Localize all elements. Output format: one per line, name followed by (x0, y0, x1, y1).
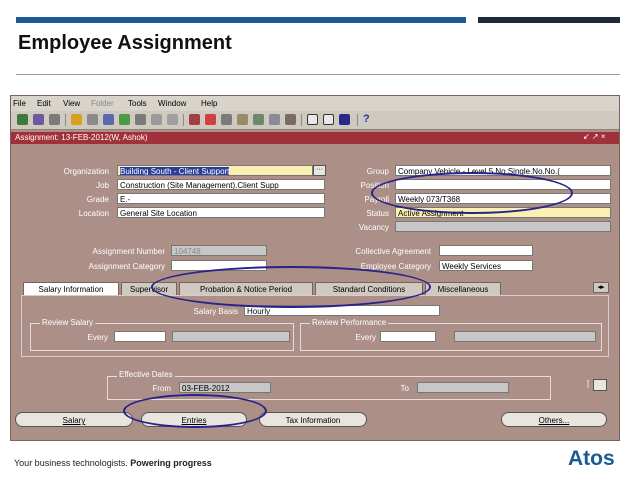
review-performance-every-field[interactable] (380, 331, 436, 342)
atos-logo: Atos (568, 447, 615, 470)
assignment-category-label: Assignment Category (88, 262, 165, 271)
close-form-icon[interactable] (119, 114, 130, 125)
tab-salary-information[interactable]: Salary Information (23, 282, 119, 295)
review-salary-label: Review Salary (40, 318, 96, 327)
job-label: Job (96, 181, 109, 190)
translations-icon[interactable] (253, 114, 264, 125)
salary-basis-label: Salary Basis (193, 307, 238, 316)
organization-field[interactable]: Building South - Client Support (117, 165, 313, 176)
folder-tools-icon[interactable] (285, 114, 296, 125)
menu-tools[interactable]: Tools (128, 99, 147, 108)
lov-button[interactable]: ··· (313, 165, 326, 176)
clear-record-icon[interactable] (189, 114, 200, 125)
delete-record-icon[interactable] (205, 114, 216, 125)
menu-edit[interactable]: Edit (37, 99, 51, 108)
highlight-oval-payroll (371, 172, 573, 214)
menu-window[interactable]: Window (158, 99, 186, 108)
tab-miscellaneous[interactable]: Miscellaneous (425, 282, 501, 295)
effective-from-label: From (152, 384, 171, 393)
location-field[interactable]: General Site Location (117, 207, 325, 218)
group-label: Group (366, 167, 389, 176)
save-icon[interactable] (71, 114, 82, 125)
collective-agreement-field[interactable] (439, 245, 533, 256)
menu-folder[interactable]: Folder (91, 99, 114, 108)
copy-icon[interactable] (151, 114, 162, 125)
location-label: Location (78, 209, 109, 218)
menu-help[interactable]: Help (201, 99, 217, 108)
assignment-number-field[interactable]: 104748 (171, 245, 267, 256)
assignment-number-label: Assignment Number (92, 247, 165, 256)
paste-icon[interactable] (167, 114, 178, 125)
effective-dates-label: Effective Dates (117, 370, 175, 379)
status-label: Status (366, 209, 389, 218)
calendar-icon[interactable] (323, 114, 334, 125)
descriptive-flexfield-bracket: [ (587, 379, 590, 388)
window-icon[interactable] (307, 114, 318, 125)
menu-bar: File Edit View Folder Tools Window Help (11, 96, 619, 111)
review-performance-every-label: Every (355, 333, 376, 342)
review-performance-frequency-field[interactable] (454, 331, 596, 342)
export-icon[interactable] (339, 114, 350, 125)
window-controls-icon[interactable]: ↙ ↗ × (583, 132, 606, 141)
grade-label: Grade (86, 195, 109, 204)
job-field[interactable]: Construction (Site Management).Client Su… (117, 179, 325, 190)
vacancy-label: Vacancy (358, 223, 389, 232)
menu-file[interactable]: File (13, 99, 26, 108)
review-performance-label: Review Performance (310, 318, 389, 327)
review-salary-frequency-field[interactable] (172, 331, 290, 342)
form-title-bar: Assignment: 13-FEB-2012(W, Ashok) ↙ ↗ × (11, 132, 619, 144)
footer-tagline: Your business technologists. Powering pr… (14, 458, 212, 468)
vacancy-field[interactable] (395, 221, 611, 232)
flexfield-button[interactable] (593, 379, 607, 391)
grade-field[interactable]: E.- (117, 193, 325, 204)
tax-information-button[interactable]: Tax Information (259, 412, 367, 427)
highlight-oval-entries (123, 394, 267, 428)
salary-button[interactable]: Salary (15, 412, 133, 427)
zoom-icon[interactable] (237, 114, 248, 125)
effective-to-label: To (400, 384, 409, 393)
effective-to-field[interactable] (417, 382, 509, 393)
form-title: Assignment: 13-FEB-2012(W, Ashok) (15, 133, 148, 142)
employee-category-field[interactable]: Weekly Services (439, 260, 533, 271)
next-step-icon[interactable] (87, 114, 98, 125)
toolbar: ? (11, 111, 619, 130)
effective-from-field[interactable]: 03-FEB-2012 (179, 382, 271, 393)
organization-label: Organization (63, 167, 109, 176)
title-divider (16, 74, 620, 75)
attachments-icon[interactable] (269, 114, 280, 125)
oracle-form-window: File Edit View Folder Tools Window Help … (10, 95, 620, 441)
accent-bar-dark (478, 17, 620, 23)
highlight-oval-salary-basis (151, 266, 431, 308)
collective-agreement-label: Collective Agreement (355, 247, 431, 256)
cut-icon[interactable] (135, 114, 146, 125)
find-icon[interactable] (33, 114, 44, 125)
review-salary-every-field[interactable] (114, 331, 166, 342)
new-icon[interactable] (17, 114, 28, 125)
edit-field-icon[interactable] (221, 114, 232, 125)
help-icon[interactable]: ? (363, 113, 370, 125)
review-salary-every-label: Every (87, 333, 108, 342)
show-navigator-icon[interactable] (49, 114, 60, 125)
tab-scroll-icon[interactable]: ◂▸ (593, 282, 609, 293)
accent-bar-blue (16, 17, 466, 23)
print-icon[interactable] (103, 114, 114, 125)
menu-view[interactable]: View (63, 99, 80, 108)
footer-emphasis: Powering progress (130, 458, 212, 468)
others-button[interactable]: Others... (501, 412, 607, 427)
slide-title: Employee Assignment (18, 32, 232, 54)
